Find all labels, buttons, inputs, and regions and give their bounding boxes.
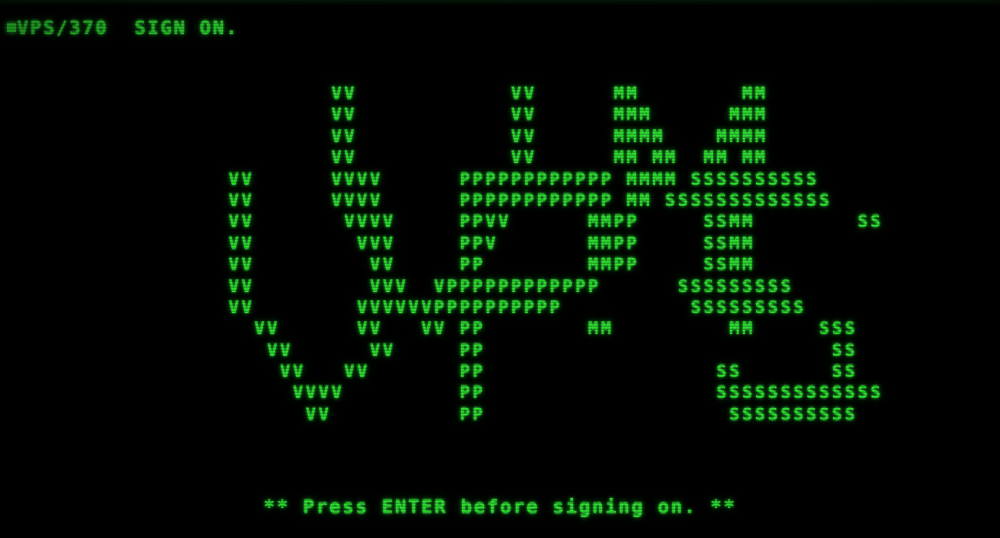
banner-row: VV VVV VPPPPPPPPPPPP SSSSSSSSS	[203, 276, 794, 297]
banner-row: VV VV MMMM MMMM	[203, 126, 768, 147]
banner-row: VVVV PP SSSSSSSSSSSSS	[203, 383, 884, 404]
ascii-art-banner: VV VV MM MM VV VV MMM MMM VV VV MMMM MMM…	[0, 84, 1000, 426]
block-cursor-icon	[7, 23, 16, 32]
header-line: VPS/370 SIGN ON.	[7, 17, 239, 39]
banner-row: VV VV MM MM	[203, 84, 768, 104]
banner-row: VV VVV PPV MMPP SSMM	[203, 233, 755, 254]
banner-row: VV VVVV PPPPPPPPPPPP MM SSSSSSSSSSSSS	[203, 190, 832, 211]
press-enter-prompt: ** Press ENTER before signing on. **	[263, 496, 737, 518]
banner-row: VV VV PP SS	[203, 340, 858, 361]
crt-top-glow	[0, 0, 1000, 6]
banner-row: VV PP SSSSSSSSSS	[203, 404, 858, 425]
banner-row: VV VV VV PP MM MM SSS	[203, 319, 858, 340]
banner-row: VV VVVV PPPPPPPPPPPP MMMM SSSSSSSSSS	[203, 169, 820, 190]
banner-row: VV VV MMM MMM	[203, 105, 768, 126]
banner-row: VV VV MM MM MM MM	[203, 148, 768, 169]
banner-row: VV VVVV PPVV MMPP SSMM SS	[203, 212, 884, 233]
terminal-screen: VPS/370 SIGN ON. VV VV MM MM VV VV MMM M…	[0, 0, 1000, 538]
banner-row: VV VV PP MMPP SSMM	[203, 255, 755, 276]
banner-row: VV VVVVVVPPPPPPPPPP SSSSSSSSS	[203, 297, 807, 318]
banner-row: VV VV PP SS SS	[203, 362, 858, 383]
header-text: VPS/370 SIGN ON.	[17, 17, 239, 39]
